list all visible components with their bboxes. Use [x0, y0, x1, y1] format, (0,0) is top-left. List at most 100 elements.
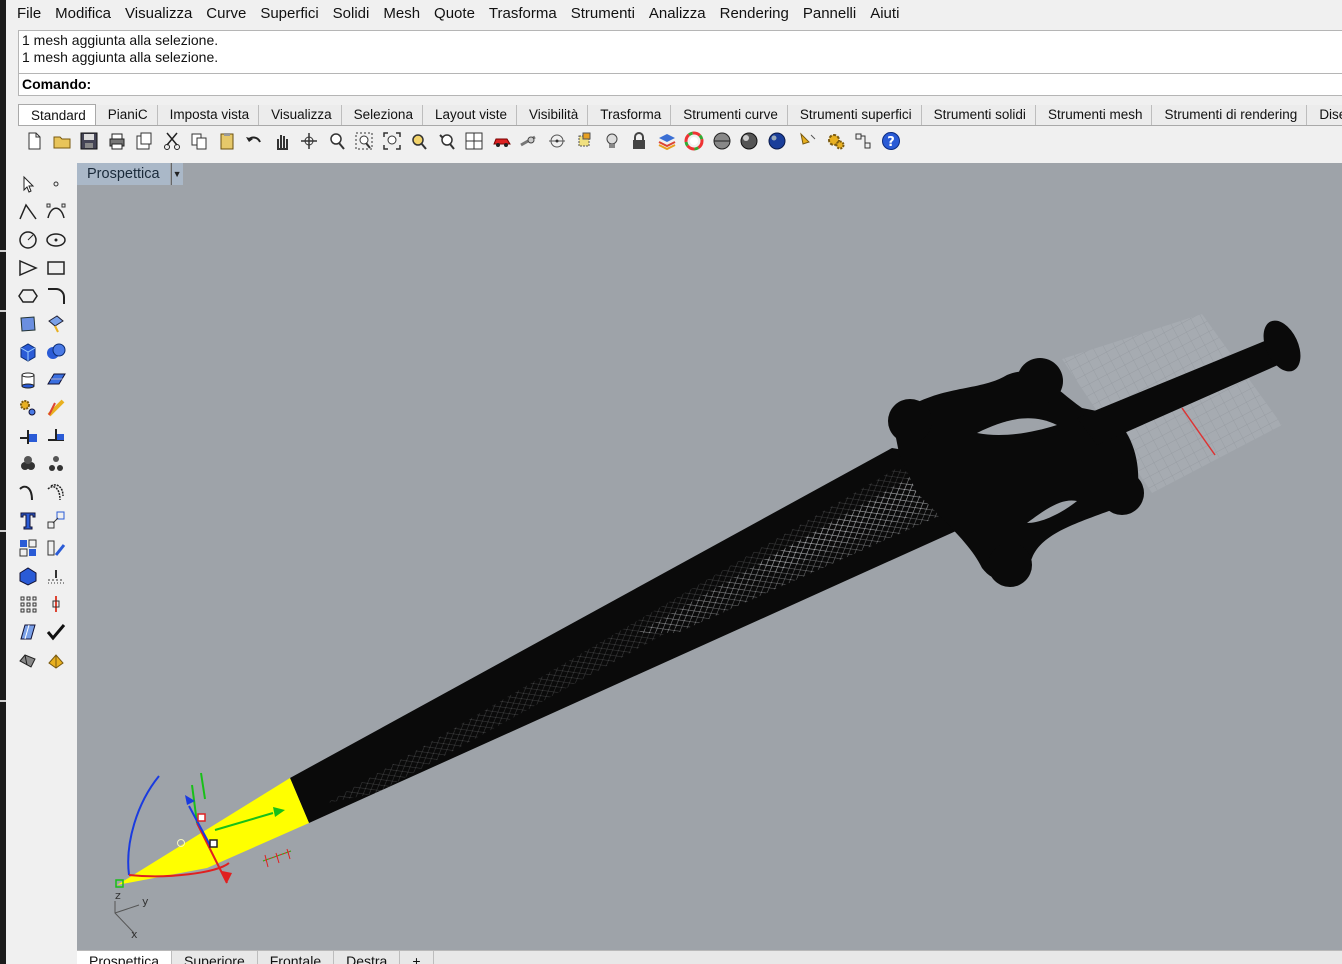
polyline-icon[interactable] — [14, 199, 42, 225]
selection-filter-icon[interactable] — [851, 129, 875, 153]
arc-icon[interactable] — [14, 255, 42, 281]
snap-icon[interactable] — [517, 129, 541, 153]
mesh-icon[interactable] — [14, 647, 42, 673]
scale-icon[interactable] — [42, 507, 70, 533]
menu-mesh[interactable]: Mesh — [376, 3, 427, 25]
offset-icon[interactable] — [42, 479, 70, 505]
ellipse-icon[interactable] — [42, 227, 70, 253]
copy-icon[interactable] — [187, 129, 211, 153]
extrude-icon[interactable] — [42, 311, 70, 337]
viewport-title[interactable]: Prospettica — [77, 163, 170, 185]
zoom-extents-icon[interactable] — [380, 129, 404, 153]
help-icon[interactable]: ? — [879, 129, 903, 153]
pan-hand-icon[interactable] — [270, 129, 294, 153]
tab-visibilita[interactable]: Visibilità — [517, 105, 589, 125]
add-view-tab-button[interactable]: + — [400, 951, 434, 964]
render-sphere-icon[interactable] — [765, 129, 789, 153]
curve-tools-icon[interactable] — [14, 479, 42, 505]
viewport-menu-arrow-icon[interactable]: ▼ — [170, 163, 183, 185]
menu-quote[interactable]: Quote — [427, 3, 482, 25]
box-icon[interactable] — [14, 339, 42, 365]
settings-gears-icon[interactable] — [824, 129, 848, 153]
curve-cv-icon[interactable] — [42, 199, 70, 225]
text-icon[interactable] — [14, 507, 42, 533]
view-tab-prospettica[interactable]: Prospettica — [77, 951, 173, 964]
point-icon[interactable] — [42, 171, 70, 197]
rotate-view-icon[interactable] — [297, 129, 321, 153]
lights-icon[interactable] — [572, 129, 596, 153]
rendered-sphere-icon[interactable] — [737, 129, 761, 153]
sphere-icon[interactable] — [42, 339, 70, 365]
shaded-sphere-icon[interactable] — [710, 129, 734, 153]
rectangle-icon[interactable] — [42, 255, 70, 281]
tab-strumenti-mesh[interactable]: Strumenti mesh — [1035, 105, 1153, 125]
four-viewports-icon[interactable] — [462, 129, 486, 153]
view-tab-superiore[interactable]: Superiore — [172, 951, 258, 964]
tab-seleziona[interactable]: Seleziona — [341, 105, 423, 125]
menu-rendering[interactable]: Rendering — [713, 3, 796, 25]
fillet-icon[interactable] — [42, 283, 70, 309]
trim-icon[interactable] — [42, 423, 70, 449]
save-icon[interactable] — [77, 129, 101, 153]
menu-solidi[interactable]: Solidi — [326, 3, 377, 25]
menu-file[interactable]: File — [10, 3, 48, 25]
group-icon[interactable] — [14, 451, 42, 477]
circle-icon[interactable] — [14, 227, 42, 253]
menu-analizza[interactable]: Analizza — [642, 3, 713, 25]
lock-icon[interactable] — [627, 129, 651, 153]
dots-icon[interactable] — [42, 563, 70, 589]
bulb-icon[interactable] — [600, 129, 624, 153]
grid-array-icon[interactable] — [14, 591, 42, 617]
import-icon[interactable] — [132, 129, 156, 153]
menu-aiuti[interactable]: Aiuti — [863, 3, 906, 25]
tab-strumenti-solidi[interactable]: Strumenti solidi — [921, 105, 1036, 125]
menu-pannelli[interactable]: Pannelli — [796, 3, 863, 25]
new-file-icon[interactable] — [22, 129, 46, 153]
split-icon[interactable] — [14, 423, 42, 449]
tab-trasforma[interactable]: Trasforma — [588, 105, 672, 125]
menu-trasforma[interactable]: Trasforma — [482, 3, 564, 25]
array-icon[interactable] — [14, 535, 42, 561]
menu-strumenti[interactable]: Strumenti — [564, 3, 642, 25]
menu-modifica[interactable]: Modifica — [48, 3, 118, 25]
layer-icon[interactable] — [655, 129, 679, 153]
tab-strumenti-curve[interactable]: Strumenti curve — [671, 105, 788, 125]
zoom-window-icon[interactable] — [352, 129, 376, 153]
color-wheel-icon[interactable] — [682, 129, 706, 153]
zoom-icon[interactable] — [325, 129, 349, 153]
undo-view-icon[interactable] — [435, 129, 459, 153]
solid-tools-icon[interactable] — [14, 395, 42, 421]
command-line-input[interactable]: Comando: — [18, 74, 1342, 96]
undo-icon[interactable] — [242, 129, 266, 153]
tab-strumenti-superfici[interactable]: Strumenti superfici — [787, 105, 922, 125]
tab-visualizza[interactable]: Visualizza — [259, 105, 342, 125]
viewport-title-bar[interactable]: Prospettica ▼ — [77, 163, 183, 185]
dimension-icon[interactable] — [796, 129, 820, 153]
sword-mesh[interactable] — [117, 315, 1308, 885]
analyze-icon[interactable] — [14, 619, 42, 645]
block-icon[interactable] — [14, 563, 42, 589]
gumball-icon[interactable] — [545, 129, 569, 153]
boolean-icon[interactable] — [42, 395, 70, 421]
select-arrow-icon[interactable] — [14, 171, 42, 197]
cut-icon[interactable] — [160, 129, 184, 153]
check-icon[interactable] — [42, 619, 70, 645]
tab-imposta-vista[interactable]: Imposta vista — [157, 105, 260, 125]
render-obj-icon[interactable] — [42, 647, 70, 673]
zoom-selected-icon[interactable] — [407, 129, 431, 153]
tab-standard[interactable]: Standard — [18, 104, 96, 125]
polygon-icon[interactable] — [14, 283, 42, 309]
car-properties-icon[interactable] — [490, 129, 514, 153]
menu-superfici[interactable]: Superfici — [253, 3, 325, 25]
tab-strumenti-rendering[interactable]: Strumenti di rendering — [1152, 105, 1308, 125]
plane-icon[interactable] — [42, 367, 70, 393]
viewport-scene[interactable]: z y x — [77, 163, 1342, 950]
menu-curve[interactable]: Curve — [199, 3, 253, 25]
cylinder-icon[interactable] — [14, 367, 42, 393]
print-icon[interactable] — [105, 129, 129, 153]
mirror-icon[interactable] — [42, 535, 70, 561]
paste-icon[interactable] — [215, 129, 239, 153]
tab-layout-viste[interactable]: Layout viste — [422, 105, 517, 125]
viewport-prospettica[interactable]: z y x Prospettica ▼ — [77, 163, 1342, 950]
gumball-small-icon[interactable] — [42, 591, 70, 617]
